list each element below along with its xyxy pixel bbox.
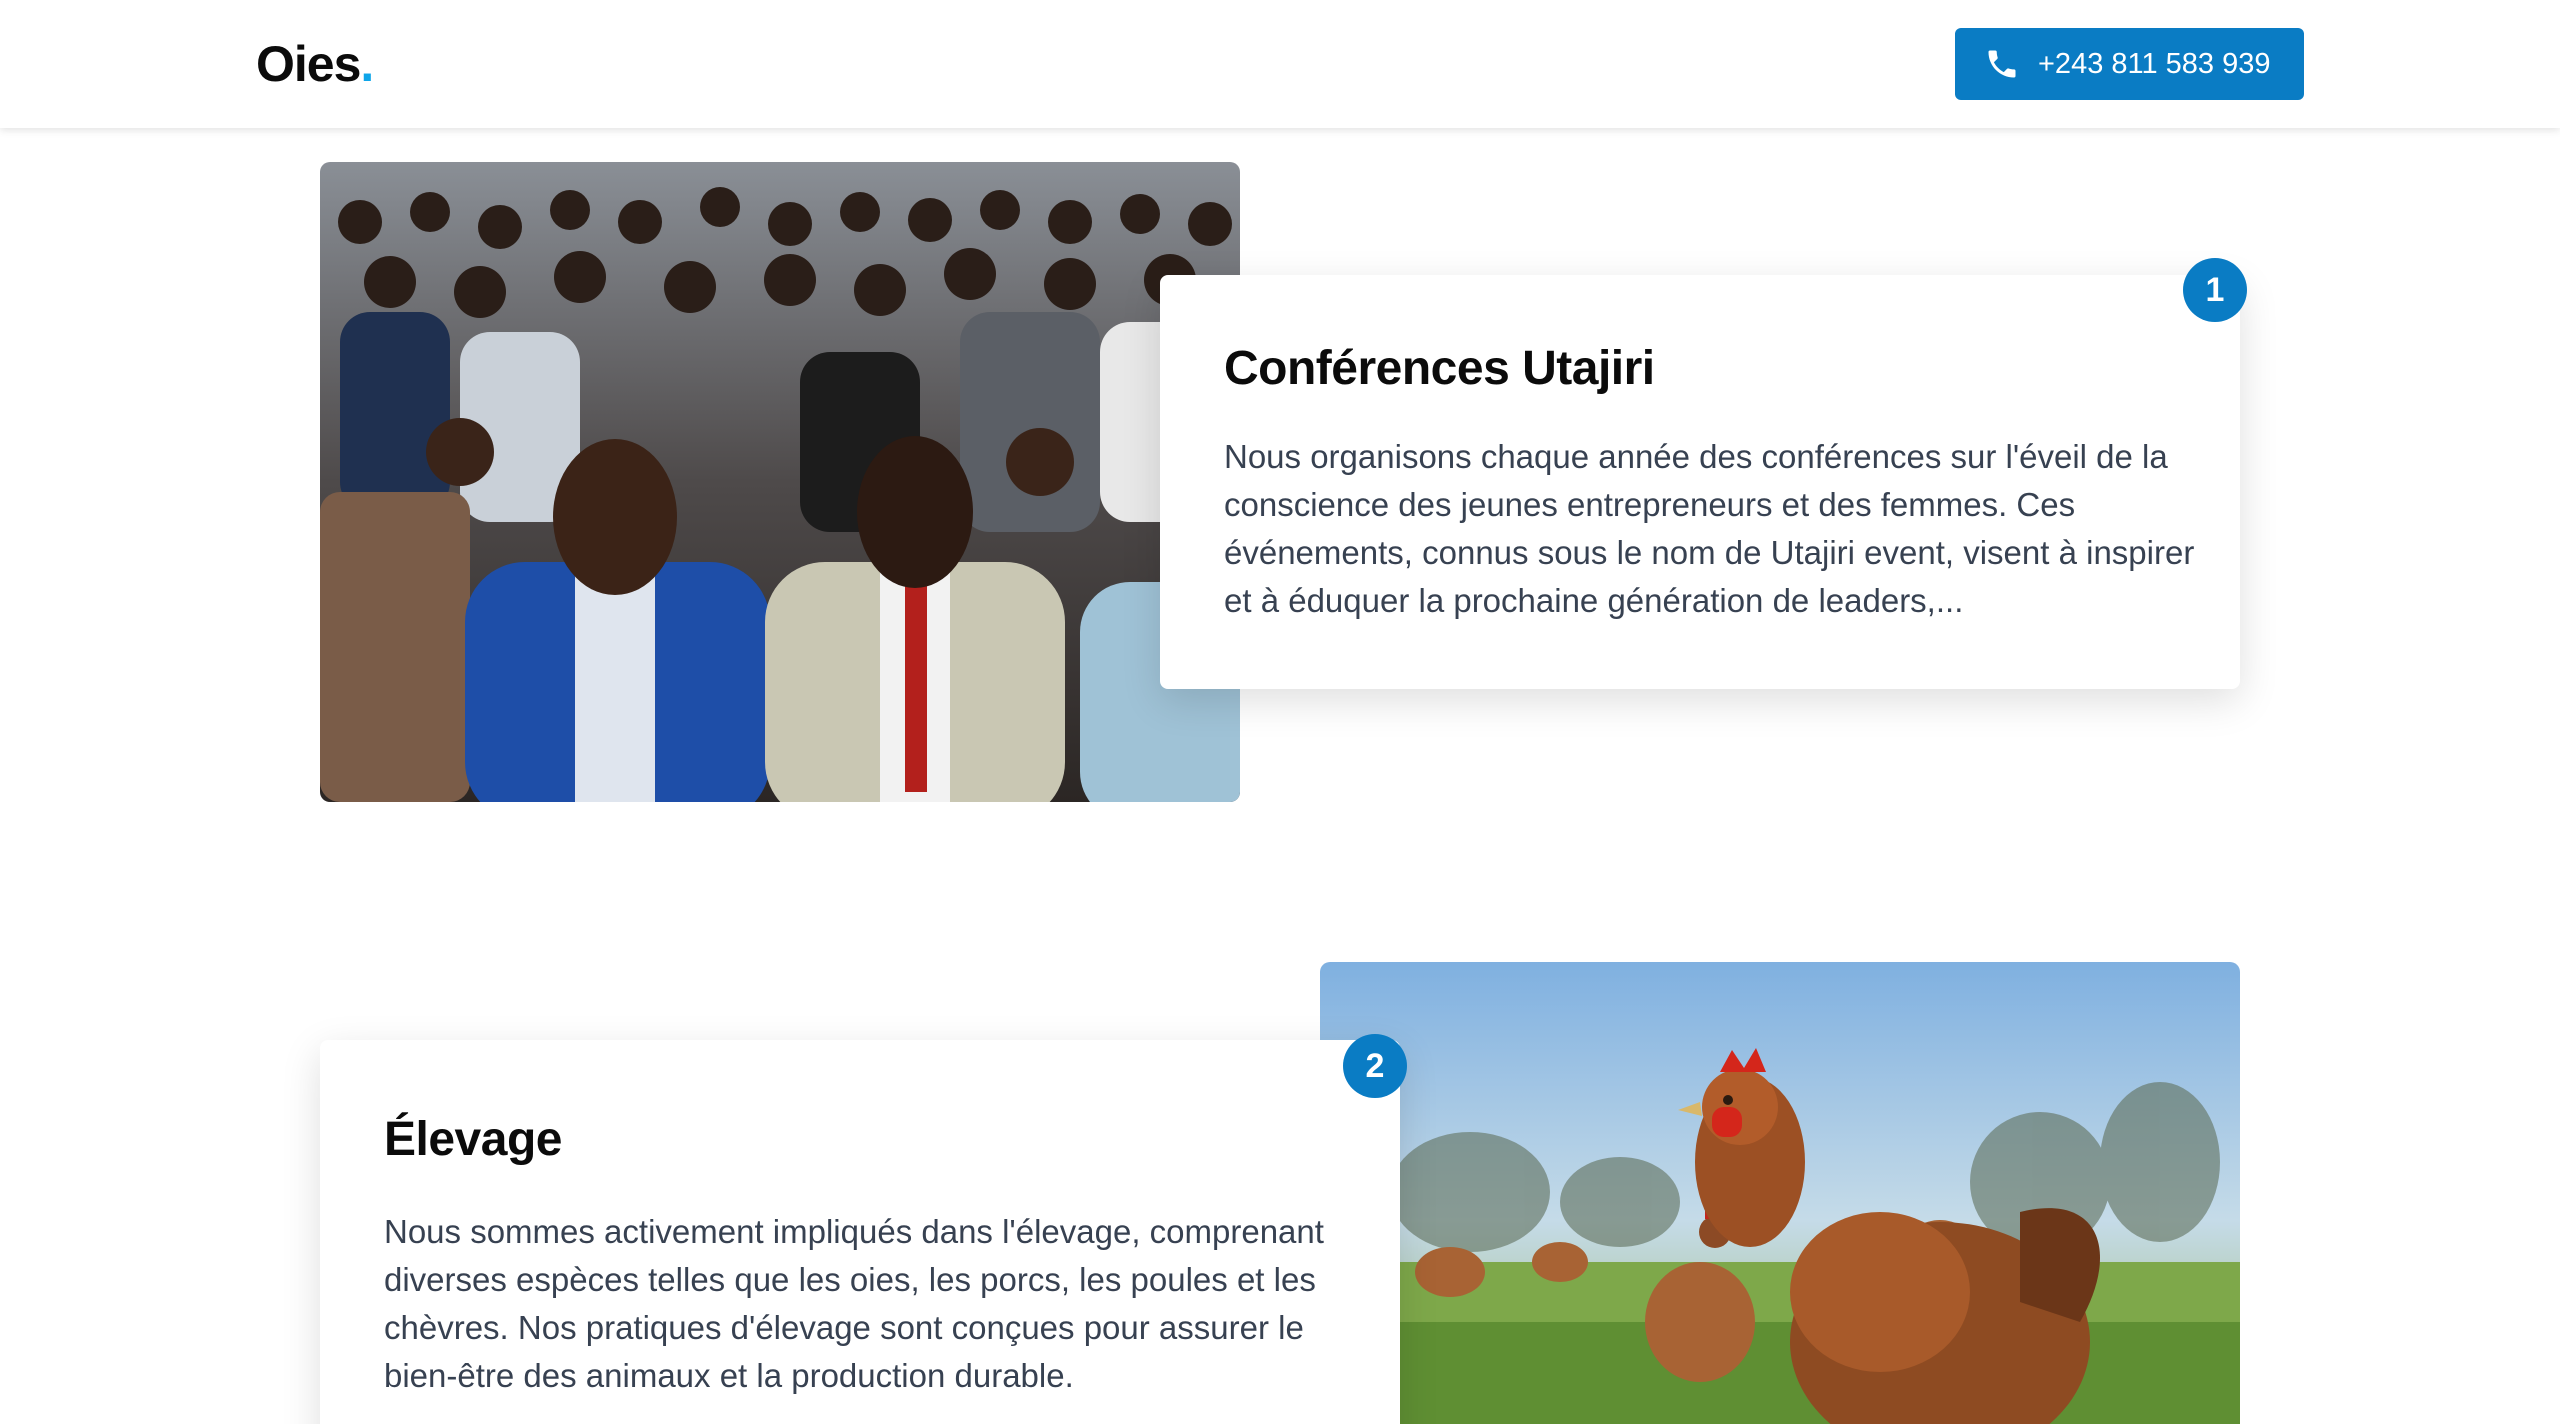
phone-button[interactable]: +243 811 583 939 [1955, 28, 2304, 100]
card-description: Nous sommes activement impliqués dans l'… [384, 1213, 1324, 1394]
logo-dot: . [360, 36, 374, 92]
card-title: Conférences Utajiri [1224, 342, 1655, 395]
chickens-field-photo [1320, 962, 2240, 1424]
step-number-badge: 1 [2183, 258, 2247, 322]
card-title: Élevage [384, 1113, 562, 1166]
site-logo[interactable]: Oies. [256, 30, 374, 98]
site-header: Oies. +243 811 583 939 [0, 0, 2560, 128]
phone-number-label: +243 811 583 939 [2038, 48, 2271, 80]
feature-card-elevage: Élevage Nous sommes activement impliqués… [320, 1040, 1400, 1424]
step-number-badge: 2 [1343, 1034, 1407, 1098]
logo-text: Oies [256, 36, 361, 92]
phone-icon [1984, 46, 2020, 82]
conference-audience-photo [320, 162, 1240, 802]
card-description: Nous organisons chaque année des confére… [1224, 438, 2195, 619]
feature-card-conferences: Conférences Utajiri Nous organisons chaq… [1160, 275, 2240, 689]
